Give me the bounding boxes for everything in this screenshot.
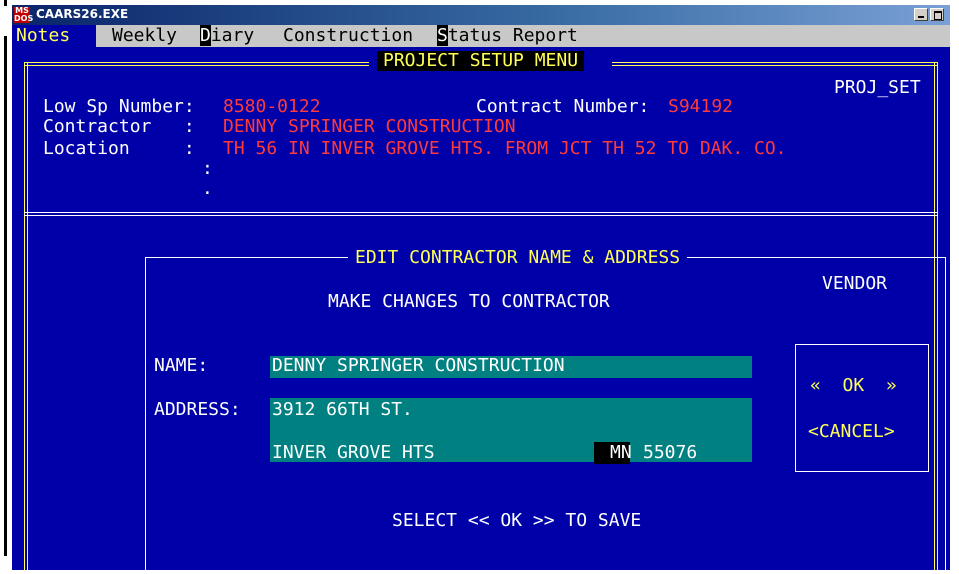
menu-diary[interactable]: Diary bbox=[200, 25, 254, 47]
window-title: CAARS26.EXE bbox=[36, 7, 129, 21]
button-panel bbox=[795, 344, 929, 472]
location-label: Location : bbox=[43, 138, 195, 159]
project-setup-title: PROJECT SETUP MENU bbox=[377, 51, 585, 71]
minimize-button[interactable] bbox=[914, 8, 928, 21]
diary-hotkey: D bbox=[200, 25, 211, 46]
ok-button-label: OK bbox=[842, 375, 865, 396]
minimize-icon bbox=[918, 16, 924, 18]
vendor-label: VENDOR bbox=[822, 273, 888, 294]
cancel-button[interactable]: <CANCEL> bbox=[808, 421, 895, 443]
ok-right-marker: » bbox=[885, 375, 897, 396]
location-continuation: : bbox=[202, 158, 213, 179]
name-field-value[interactable]: DENNY SPRINGER CONSTRUCTION bbox=[272, 355, 565, 377]
contract-number-value: S94192 bbox=[668, 96, 734, 117]
low-sp-value: 8580-0122 bbox=[223, 96, 321, 117]
contract-number-label: Contract Number: bbox=[476, 96, 650, 117]
city-value[interactable]: INVER GROVE HTS bbox=[272, 442, 435, 464]
edit-dialog-title: EDIT CONTRACTOR NAME & ADDRESS bbox=[348, 247, 688, 269]
title-bar[interactable]: MS DOS CAARS26.EXE bbox=[12, 5, 950, 25]
status-rest: tatus Report bbox=[447, 25, 578, 46]
address-line1-value[interactable]: 3912 66TH ST. bbox=[272, 399, 413, 421]
save-instruction: SELECT << OK >> TO SAVE bbox=[392, 510, 642, 531]
name-label: NAME: bbox=[154, 355, 209, 376]
menu-notes[interactable]: Notes bbox=[12, 25, 96, 47]
location-value: TH 56 IN INVER GROVE HTS. FROM JCT TH 52… bbox=[223, 138, 787, 159]
state-value[interactable]: MN bbox=[610, 442, 632, 464]
zip-value[interactable]: 55076 bbox=[643, 442, 697, 464]
address-label: ADDRESS: bbox=[154, 399, 241, 420]
contractor-label: Contractor : bbox=[43, 116, 195, 137]
menu-weekly[interactable]: Weekly bbox=[112, 25, 177, 47]
screen-id: PROJ_SET bbox=[834, 77, 921, 98]
menu-construction[interactable]: Construction bbox=[283, 25, 413, 47]
dialog-instruction: MAKE CHANGES TO CONTRACTOR bbox=[328, 291, 610, 312]
dos-screen: Notes Weekly Diary Construction Status R… bbox=[12, 25, 950, 570]
status-hotkey: S bbox=[437, 25, 448, 46]
window-left-border bbox=[0, 0, 12, 574]
ok-left-marker: « bbox=[810, 375, 821, 396]
msdos-icon[interactable]: MS DOS bbox=[14, 7, 33, 23]
frame-top-right bbox=[612, 62, 938, 66]
ok-button[interactable]: « OK » bbox=[810, 375, 897, 397]
frame-left bbox=[24, 62, 28, 570]
menu-status-report[interactable]: Status Report bbox=[437, 25, 578, 47]
menu-bar: Notes Weekly Diary Construction Status R… bbox=[12, 25, 950, 47]
border-tick bbox=[4, 0, 7, 6]
border-bar bbox=[4, 36, 7, 556]
location-continuation-dot: . bbox=[202, 178, 213, 199]
section-separator bbox=[24, 212, 938, 216]
low-sp-label: Low Sp Number: bbox=[43, 96, 195, 117]
restore-button[interactable] bbox=[930, 8, 944, 21]
app-window: MS DOS CAARS26.EXE Notes Weekly Diary Co… bbox=[0, 0, 959, 574]
contractor-value: DENNY SPRINGER CONSTRUCTION bbox=[223, 116, 516, 137]
frame-top-left bbox=[24, 62, 369, 66]
restore-icon bbox=[934, 11, 942, 20]
diary-rest: iary bbox=[210, 25, 255, 46]
